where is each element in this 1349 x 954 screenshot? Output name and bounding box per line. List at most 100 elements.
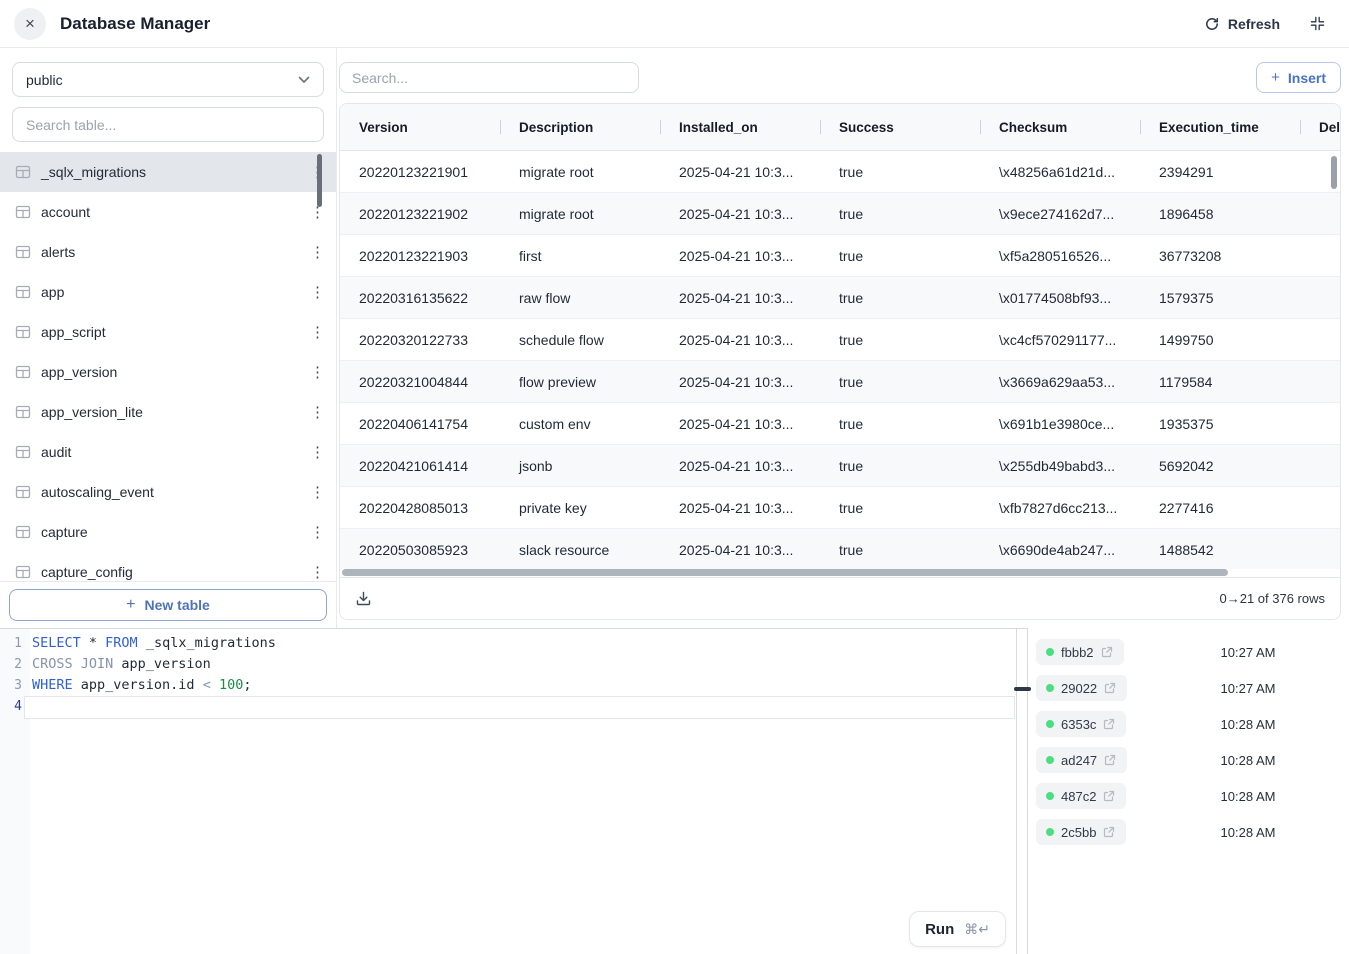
table-row[interactable]: 20220406141754custom env2025-04-21 10:3.… [340, 403, 1340, 445]
insert-button[interactable]: + Insert [1256, 62, 1341, 93]
sidebar-item-app_script[interactable]: app_script⋮ [0, 312, 336, 352]
table-cell[interactable]: \xc4cf570291177... [980, 332, 1140, 348]
table-cell[interactable]: first [500, 248, 660, 264]
table-cell[interactable]: true [820, 248, 980, 264]
kebab-menu-icon[interactable]: ⋮ [304, 564, 324, 581]
table-cell[interactable]: 20220316135622 [340, 290, 500, 306]
kebab-menu-icon[interactable]: ⋮ [304, 404, 324, 421]
vertical-scrollbar-thumb[interactable] [1331, 156, 1337, 189]
table-cell[interactable]: true [820, 458, 980, 474]
sidebar-item-autoscaling_event[interactable]: autoscaling_event⋮ [0, 472, 336, 512]
table-row[interactable]: 20220123221901migrate root2025-04-21 10:… [340, 151, 1340, 193]
table-search-input[interactable] [12, 107, 324, 142]
sidebar-item-alerts[interactable]: alerts⋮ [0, 232, 336, 272]
table-cell[interactable]: 20220503085923 [340, 542, 500, 558]
run-pill-fbbb2[interactable]: fbbb2 [1036, 639, 1124, 665]
table-row[interactable]: 20220428085013private key2025-04-21 10:3… [340, 487, 1340, 529]
table-cell[interactable]: 1896458 [1140, 206, 1300, 222]
table-row[interactable]: 20220320122733schedule flow2025-04-21 10… [340, 319, 1340, 361]
table-row[interactable]: 20220321004844flow preview2025-04-21 10:… [340, 361, 1340, 403]
run-pill-2c5bb[interactable]: 2c5bb [1036, 819, 1126, 845]
table-cell[interactable]: migrate root [500, 206, 660, 222]
sidebar-item-account[interactable]: account⋮ [0, 192, 336, 232]
table-cell[interactable]: 2025-04-21 10:3... [660, 458, 820, 474]
table-cell[interactable]: 2025-04-21 10:3... [660, 164, 820, 180]
table-cell[interactable]: 2025-04-21 10:3... [660, 416, 820, 432]
code-line-4[interactable]: 4 [0, 696, 1016, 719]
table-cell[interactable]: 20220123221901 [340, 164, 500, 180]
sidebar-item-app_version[interactable]: app_version⋮ [0, 352, 336, 392]
table-cell[interactable]: true [820, 290, 980, 306]
table-cell[interactable]: true [820, 542, 980, 558]
table-cell[interactable]: schedule flow [500, 332, 660, 348]
table-cell[interactable]: slack resource [500, 542, 660, 558]
table-cell[interactable]: custom env [500, 416, 660, 432]
table-cell[interactable]: 20220123221902 [340, 206, 500, 222]
table-cell[interactable]: 1935375 [1140, 416, 1300, 432]
run-button[interactable]: Run ⌘↵ [909, 911, 1006, 947]
table-cell[interactable]: \xf5a280516526... [980, 248, 1140, 264]
sidebar-item-capture[interactable]: capture⋮ [0, 512, 336, 552]
table-cell[interactable]: \xfb7827d6cc213... [980, 500, 1140, 516]
schema-select[interactable]: public [12, 62, 324, 97]
table-row[interactable]: 20220316135622raw flow2025-04-21 10:3...… [340, 277, 1340, 319]
horizontal-scrollbar-thumb[interactable] [342, 569, 1228, 576]
code-line-3[interactable]: 3WHERE app_version.id < 100; [0, 675, 1016, 696]
table-cell[interactable]: raw flow [500, 290, 660, 306]
table-cell[interactable]: true [820, 206, 980, 222]
table-cell[interactable]: 1488542 [1140, 542, 1300, 558]
kebab-menu-icon[interactable]: ⋮ [304, 244, 324, 261]
table-cell[interactable]: 2277416 [1140, 500, 1300, 516]
table-cell[interactable]: 2025-04-21 10:3... [660, 290, 820, 306]
run-pill-6353c[interactable]: 6353c [1036, 711, 1126, 737]
refresh-button[interactable]: Refresh [1204, 16, 1280, 32]
table-cell[interactable]: true [820, 374, 980, 390]
new-table-button[interactable]: + New table [9, 589, 327, 621]
kebab-menu-icon[interactable]: ⋮ [304, 364, 324, 381]
table-cell[interactable]: 20220321004844 [340, 374, 500, 390]
table-cell[interactable]: 1579375 [1140, 290, 1300, 306]
sidebar-item-app[interactable]: app⋮ [0, 272, 336, 312]
table-cell[interactable]: private key [500, 500, 660, 516]
sidebar-item-_sqlx_migrations[interactable]: _sqlx_migrations⋮ [0, 152, 336, 192]
table-cell[interactable]: migrate root [500, 164, 660, 180]
table-cell[interactable]: 2025-04-21 10:3... [660, 500, 820, 516]
table-cell[interactable]: 2025-04-21 10:3... [660, 248, 820, 264]
table-cell[interactable]: true [820, 416, 980, 432]
code-line-2[interactable]: 2CROSS JOIN app_version [0, 654, 1016, 675]
kebab-menu-icon[interactable]: ⋮ [304, 284, 324, 301]
sidebar-scrollbar-thumb[interactable] [317, 154, 322, 207]
kebab-menu-icon[interactable]: ⋮ [304, 484, 324, 501]
table-cell[interactable]: \x6690de4ab247... [980, 542, 1140, 558]
table-cell[interactable]: 1179584 [1140, 374, 1300, 390]
sidebar-item-app_version_lite[interactable]: app_version_lite⋮ [0, 392, 336, 432]
grid-search-input[interactable] [339, 62, 639, 93]
table-cell[interactable]: 2025-04-21 10:3... [660, 206, 820, 222]
table-cell[interactable]: 2025-04-21 10:3... [660, 332, 820, 348]
table-cell[interactable]: true [820, 164, 980, 180]
table-cell[interactable]: 20220320122733 [340, 332, 500, 348]
table-cell[interactable]: 2394291 [1140, 164, 1300, 180]
table-cell[interactable]: 1499750 [1140, 332, 1300, 348]
table-cell[interactable]: \x01774508bf93... [980, 290, 1140, 306]
table-cell[interactable]: true [820, 500, 980, 516]
run-pill-29022[interactable]: 29022 [1036, 675, 1127, 701]
run-pill-487c2[interactable]: 487c2 [1036, 783, 1126, 809]
sidebar-item-capture_config[interactable]: capture_config⋮ [0, 552, 336, 581]
run-pill-ad247[interactable]: ad247 [1036, 747, 1127, 773]
close-button[interactable]: × [14, 8, 46, 40]
kebab-menu-icon[interactable]: ⋮ [304, 444, 324, 461]
sql-editor[interactable]: 1SELECT * FROM _sqlx_migrations2CROSS JO… [0, 628, 1016, 954]
kebab-menu-icon[interactable]: ⋮ [304, 324, 324, 341]
table-row[interactable]: 20220503085923slack resource2025-04-21 1… [340, 529, 1340, 569]
table-cell[interactable]: true [820, 332, 980, 348]
table-cell[interactable]: \x255db49babd3... [980, 458, 1140, 474]
table-cell[interactable]: 2025-04-21 10:3... [660, 542, 820, 558]
table-cell[interactable]: 20220421061414 [340, 458, 500, 474]
code-line-1[interactable]: 1SELECT * FROM _sqlx_migrations [0, 633, 1016, 654]
table-row[interactable]: 20220421061414jsonb2025-04-21 10:3...tru… [340, 445, 1340, 487]
kebab-menu-icon[interactable]: ⋮ [304, 524, 324, 541]
table-cell[interactable]: 5692042 [1140, 458, 1300, 474]
table-row[interactable]: 20220123221903first2025-04-21 10:3...tru… [340, 235, 1340, 277]
resize-handle[interactable] [1014, 687, 1031, 691]
